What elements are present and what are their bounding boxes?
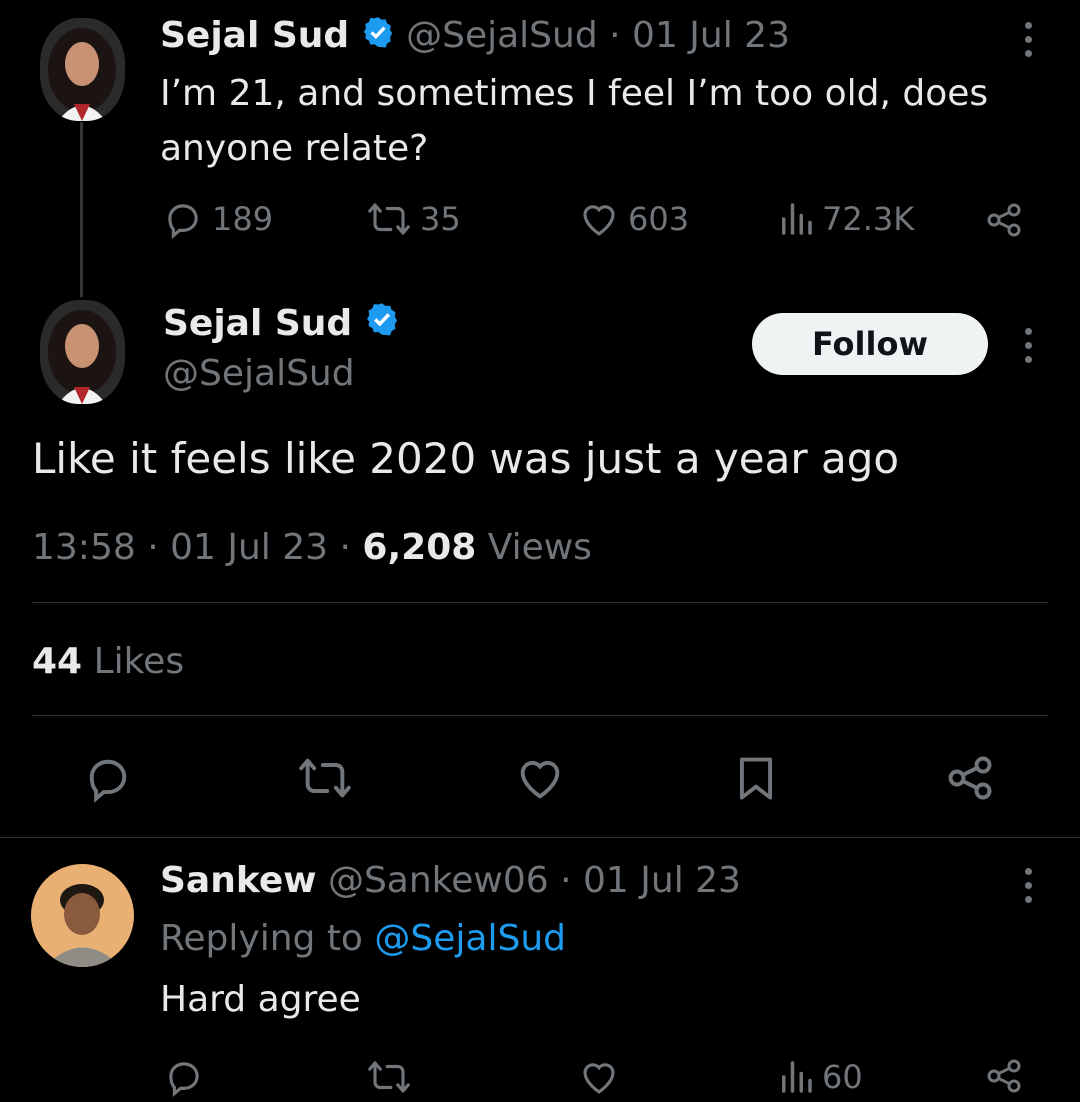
views-icon (778, 198, 814, 240)
separator: · (147, 527, 159, 568)
tweet-date[interactable]: 01 Jul 23 (170, 527, 328, 568)
replying-to-label: Replying to (160, 918, 363, 959)
likes-label: Likes (93, 641, 185, 682)
tweet-time[interactable]: 13:58 (32, 527, 136, 568)
replying-to: Replying to @SejalSud (160, 915, 566, 963)
tweet-meta: 13:58 · 01 Jul 23 · 6,208 Views (32, 524, 592, 572)
verified-badge-icon (361, 15, 395, 60)
reply-icon (162, 198, 204, 240)
tweet-date[interactable]: 01 Jul 23 (632, 15, 790, 56)
author-handle[interactable]: @SejalSud (406, 15, 598, 56)
tweet-header: Sankew @Sankew06 · 01 Jul 23 (160, 858, 741, 904)
views-label: Views (487, 527, 592, 568)
separator: · (560, 860, 572, 901)
tweet-text: Hard agree (160, 979, 361, 1020)
like-button[interactable]: 603 (578, 198, 689, 240)
verified-badge-icon (364, 301, 400, 350)
reply-icon[interactable] (82, 752, 134, 808)
retweet-icon[interactable] (296, 752, 354, 808)
views-count: 72.3K (822, 200, 915, 238)
author-name[interactable]: Sankew (160, 860, 317, 901)
views-count: 60 (822, 1058, 863, 1096)
thread-line (80, 122, 83, 297)
retweet-icon[interactable] (366, 1056, 412, 1102)
likes-summary[interactable]: 44 Likes (32, 638, 184, 686)
mention-link[interactable]: @SejalSud (374, 918, 566, 959)
views-button[interactable]: 72.3K (778, 198, 914, 240)
like-icon[interactable] (578, 1056, 620, 1102)
retweet-button[interactable]: 35 (366, 198, 461, 240)
reply-icon[interactable] (163, 1056, 205, 1102)
retweet-count: 35 (420, 200, 461, 238)
avatar[interactable] (40, 300, 125, 404)
reply-count: 189 (212, 200, 274, 238)
divider (32, 602, 1048, 603)
view-count: 6,208 (362, 527, 477, 568)
like-icon (578, 198, 620, 240)
share-icon[interactable] (944, 752, 996, 808)
retweet-icon (366, 198, 412, 240)
bookmark-icon[interactable] (730, 752, 782, 808)
tweet-text: Like it feels like 2020 was just a year … (32, 434, 900, 483)
like-count: 603 (628, 200, 690, 238)
separator: · (609, 15, 621, 56)
follow-button[interactable]: Follow (752, 313, 988, 375)
avatar[interactable] (40, 18, 125, 121)
tweet-date[interactable]: 01 Jul 23 (583, 860, 741, 901)
views-button[interactable]: 60 (778, 1056, 863, 1098)
tweet-text: I’m 21, and sometimes I feel I’m too old… (160, 73, 989, 169)
more-icon[interactable] (1018, 868, 1038, 903)
like-count: 44 (32, 641, 83, 682)
divider (32, 715, 1048, 716)
more-icon[interactable] (1018, 328, 1038, 363)
tweet-header: Sejal Sud @SejalSud · 01 Jul 23 (160, 14, 790, 60)
avatar[interactable] (31, 864, 134, 967)
share-icon[interactable] (984, 1056, 1024, 1100)
views-icon (778, 1056, 814, 1098)
tweet-header: Sejal Sud (163, 300, 400, 350)
share-icon[interactable] (984, 200, 1024, 244)
like-icon[interactable] (514, 752, 566, 808)
separator: · (339, 527, 351, 568)
reply-button[interactable]: 189 (162, 198, 273, 240)
more-icon[interactable] (1018, 22, 1038, 57)
author-name[interactable]: Sejal Sud (163, 303, 352, 344)
author-handle[interactable]: @Sankew06 (328, 860, 549, 901)
author-handle[interactable]: @SejalSud (163, 350, 355, 398)
divider (0, 837, 1080, 838)
author-name[interactable]: Sejal Sud (160, 15, 349, 56)
